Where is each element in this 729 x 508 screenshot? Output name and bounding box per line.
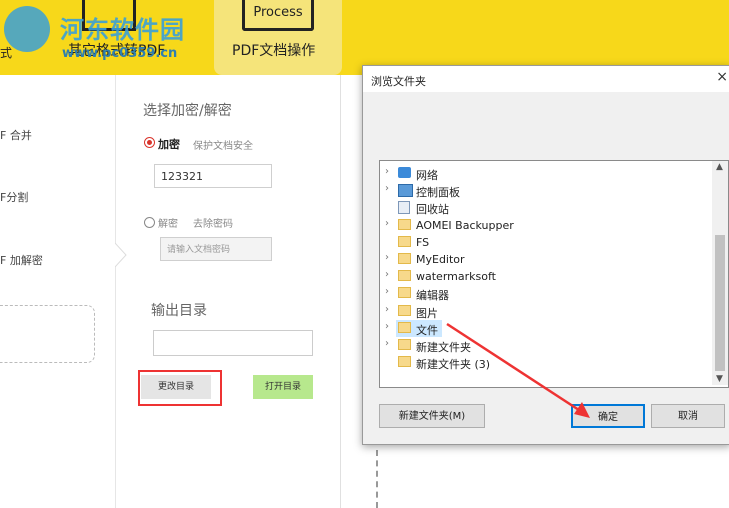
tree-item[interactable]: 回收站 [380, 199, 710, 216]
tree-item[interactable]: › MyEditor [380, 251, 710, 268]
tree-scrollbar[interactable]: ▲ ▼ [712, 161, 728, 385]
recycle-bin-icon [398, 201, 410, 215]
cancel-button[interactable]: 取消 [651, 404, 725, 428]
tree-item[interactable]: FS [380, 234, 710, 251]
chevron-right-icon[interactable]: › [385, 166, 389, 177]
folder-icon [398, 321, 411, 333]
encrypt-label: 加密 [158, 138, 180, 151]
folder-icon [398, 356, 411, 368]
folder-icon [398, 218, 411, 230]
tree-item-label: 新建文件夹 (3) [416, 358, 491, 372]
tree-item[interactable]: › AOMEI Backupper [380, 217, 710, 234]
tree-item[interactable]: 新建文件夹 (3) [380, 354, 710, 371]
nav-active-frame [0, 305, 95, 363]
ok-button[interactable]: 确定 [571, 404, 645, 428]
new-folder-button[interactable]: 新建文件夹(M) [379, 404, 485, 428]
process-icon-label: Process [253, 5, 303, 20]
tree-item[interactable]: › 文件 [380, 319, 710, 337]
decrypt-label: 解密 [158, 219, 178, 230]
dialog-title: 浏览文件夹 [371, 75, 426, 88]
decrypt-radio[interactable] [144, 217, 155, 228]
browse-folder-dialog: 浏览文件夹 × › 网络 › 控制面板回收站 › AOMEI Backupper FS › My… [362, 65, 729, 445]
tree-item-label: 文件 [416, 323, 438, 337]
tree-item-label: watermarksoft [416, 270, 496, 284]
folder-icon [398, 304, 411, 316]
folder-icon [398, 339, 411, 350]
panel-pointer-icon [115, 243, 127, 267]
output-dir-input[interactable] [153, 330, 313, 356]
top-toolbar: 其它格式转PDF Process PDF文档操作 式 河东软件园 www.pc0… [0, 0, 729, 75]
tree-item-label: 新建文件夹 [416, 341, 471, 354]
tree-item-label: 网络 [416, 169, 438, 182]
tree-item[interactable]: › 新建文件夹 [380, 337, 710, 354]
watermark-logo: 式 河东软件园 www.pc0359.cn [0, 2, 200, 62]
nav-item-split[interactable]: F分割 [0, 189, 28, 205]
tree-item-label: 图片 [416, 306, 438, 320]
process-icon: Process [242, 0, 314, 31]
network-icon [398, 167, 411, 178]
chevron-right-icon[interactable]: › [385, 338, 389, 349]
open-dir-button[interactable]: 打开目录 [253, 375, 313, 399]
tab-pdf-operations[interactable]: Process PDF文档操作 [214, 0, 342, 75]
chevron-right-icon[interactable]: › [385, 252, 389, 263]
tree-item[interactable]: › 图片 [380, 303, 710, 320]
encrypt-hint: 保护文档安全 [193, 141, 253, 152]
chevron-right-icon[interactable]: › [385, 183, 389, 194]
tree-item[interactable]: › 网络 [380, 165, 710, 182]
watermark-url: www.pc0359.cn [62, 46, 178, 61]
control-panel-icon [398, 184, 413, 198]
nav-item-merge[interactable]: F 合并 [0, 127, 32, 143]
scroll-down-icon[interactable]: ▼ [716, 374, 723, 384]
highlight-change-dir [138, 370, 222, 406]
scroll-up-icon[interactable]: ▲ [716, 162, 723, 172]
tab-pdf-operations-label: PDF文档操作 [232, 43, 316, 59]
chevron-right-icon[interactable]: › [385, 269, 389, 280]
tree-item-label: 控制面板 [416, 186, 460, 200]
scroll-thumb[interactable] [715, 235, 725, 371]
watermark-brand: 河东软件园 [60, 16, 185, 44]
dashed-divider [376, 450, 378, 508]
tree-item-label: 回收站 [416, 203, 449, 217]
tree-item-label: AOMEI Backupper [416, 218, 514, 232]
partial-tab-label: 式 [0, 46, 13, 60]
encrypt-panel: 选择加密/解密 加密 保护文档安全 123321 解密 去除密码 请输入文档密码… [115, 75, 341, 508]
decrypt-password-input[interactable]: 请输入文档密码 [160, 237, 272, 261]
chevron-right-icon[interactable]: › [385, 321, 389, 332]
folder-icon [398, 270, 411, 282]
folder-icon [398, 235, 411, 247]
tree-item-label: FS [416, 235, 430, 249]
section-title-encrypt: 选择加密/解密 [143, 103, 232, 119]
folder-icon [398, 287, 411, 299]
close-icon[interactable]: × [716, 69, 728, 85]
encrypt-radio[interactable] [144, 137, 155, 148]
chevron-right-icon[interactable]: › [385, 218, 389, 229]
tree-item[interactable]: › watermarksoft [380, 268, 710, 285]
tree-item[interactable]: › 编辑器 [380, 285, 710, 302]
folder-icon [398, 253, 411, 264]
tree-item-label: MyEditor [416, 253, 465, 266]
tree-item-label: 编辑器 [416, 289, 449, 303]
password-input[interactable]: 123321 [154, 164, 272, 188]
chevron-right-icon[interactable]: › [385, 304, 389, 315]
decrypt-hint: 去除密码 [193, 219, 233, 230]
tree-item[interactable]: › 控制面板 [380, 182, 710, 199]
folder-tree[interactable]: › 网络 › 控制面板回收站 › AOMEI Backupper FS › MyEditor › w… [379, 160, 729, 388]
chevron-right-icon[interactable]: › [385, 286, 389, 297]
left-nav: F 合并 F分割 F 加解密 [0, 75, 115, 508]
output-dir-title: 输出目录 [151, 303, 207, 319]
nav-item-encrypt[interactable]: F 加解密 [0, 252, 43, 268]
dialog-titlebar: 浏览文件夹 × [363, 66, 729, 92]
